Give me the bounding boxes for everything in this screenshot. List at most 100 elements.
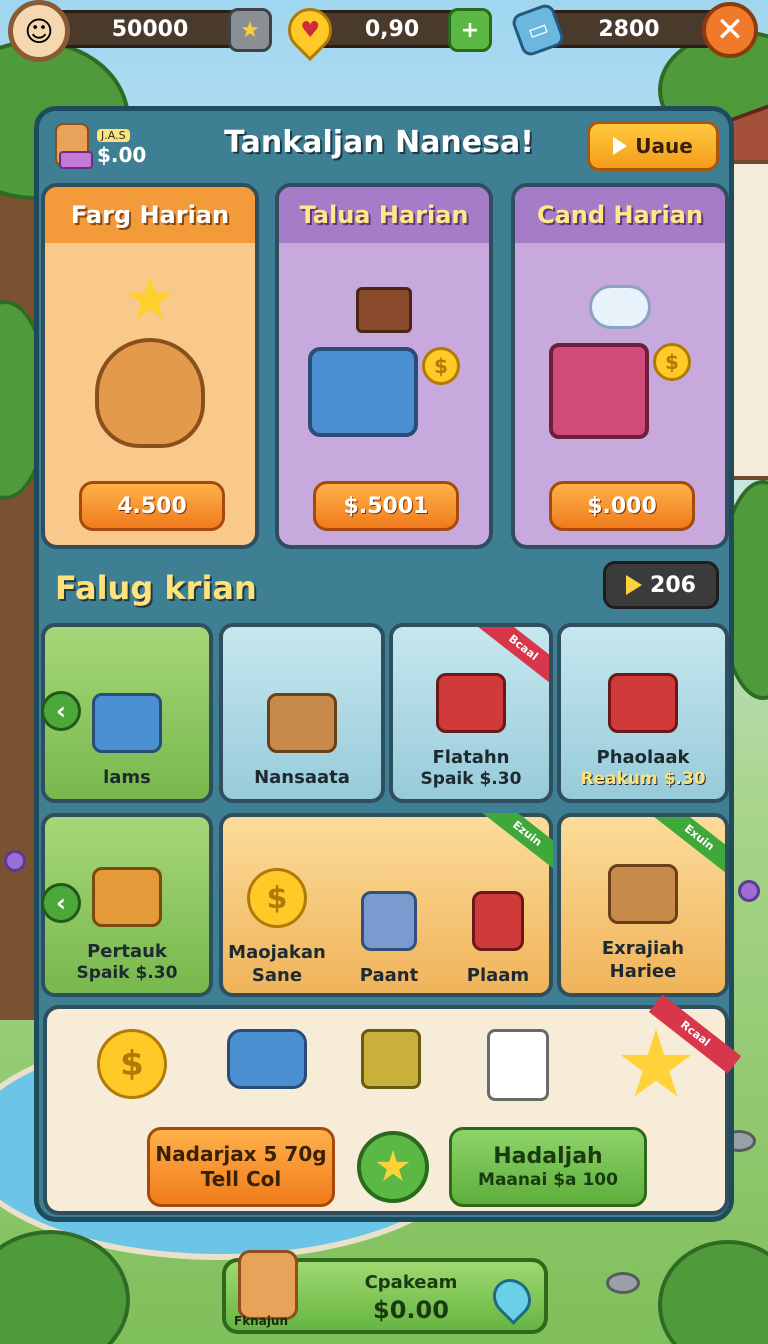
coin-icon: $ xyxy=(653,343,691,381)
star-button[interactable] xyxy=(357,1131,429,1203)
shop-tile[interactable]: Paant xyxy=(335,813,443,997)
tile-label: Pertauk xyxy=(87,940,167,962)
cat-icon xyxy=(95,338,205,448)
shop-tile[interactable]: Nansaata xyxy=(219,623,385,803)
star-icon xyxy=(376,1150,410,1181)
plus-icon[interactable]: + xyxy=(448,8,492,52)
flower-right xyxy=(738,880,760,902)
cleaner-icon xyxy=(472,890,524,951)
sun-icon[interactable] xyxy=(620,1029,692,1097)
dog-avatar-icon xyxy=(238,1250,298,1320)
tile-ribbon: Ezuin xyxy=(480,813,553,874)
user-amount: $.00 xyxy=(97,142,147,167)
gem-value: 0,90 xyxy=(364,16,420,42)
play-icon xyxy=(626,575,643,595)
star-icon xyxy=(126,276,174,320)
gift-box-icon xyxy=(92,866,162,927)
tile-label: Plaam xyxy=(466,964,530,986)
avatar-icon[interactable]: ☺ xyxy=(8,0,70,62)
puzzle-card-icon[interactable] xyxy=(487,1029,549,1101)
daily-card-price-button[interactable]: $.000 xyxy=(549,481,695,531)
daily-card-3[interactable]: Cand Harian $ $.000 xyxy=(511,183,729,549)
tile-label: Exrajiah xyxy=(601,938,685,959)
daily-card-art: $ xyxy=(279,257,489,467)
coin-value: 50000 xyxy=(111,16,189,42)
coin-icon: $ xyxy=(422,347,460,385)
user-chip-text: J.A.S $.00 xyxy=(97,124,146,167)
offer-green-line2: Maanai $a 100 xyxy=(478,1170,618,1190)
star-hex-icon[interactable]: ★ xyxy=(228,8,272,52)
coin-icon[interactable]: $ xyxy=(97,1029,167,1099)
close-button[interactable]: ✕ xyxy=(702,2,758,58)
shop-tile[interactable]: Exuin Exrajiah Hariee xyxy=(557,813,729,997)
daily-card-title: Talua Harian xyxy=(279,187,489,243)
shop-tile[interactable]: $ Maojakan Sane xyxy=(219,813,335,997)
shop-panel: J.A.S $.00 Tankaljan Nanesa! Uaue Farg H… xyxy=(34,106,742,1222)
wallet-icon[interactable] xyxy=(361,1029,421,1089)
shop-tile-group-items: $ Maojakan Sane Paant Ezuin Plaam xyxy=(219,813,553,997)
offer-orange-line2: Tell Col xyxy=(200,1167,282,1191)
offer-green-button[interactable]: Hadaljah Maanai $a 100 xyxy=(449,1127,647,1207)
shelf-icons: $ xyxy=(47,1029,725,1109)
chest-group: $ xyxy=(549,343,691,439)
footer-value: $0.00 xyxy=(373,1296,449,1324)
tile-sub: Reakum $.30 xyxy=(580,769,706,789)
shop-tile[interactable]: Ezuin Plaam xyxy=(443,813,553,997)
cloud-icon xyxy=(589,285,651,329)
offer-orange-line1: Nadarjax 5 70g xyxy=(155,1142,327,1166)
tile-label: Phaolaak xyxy=(596,746,690,768)
section-badge-button[interactable]: 206 xyxy=(603,561,719,609)
tile-sub: Spaik $.30 xyxy=(420,769,522,789)
daily-card-2[interactable]: Talua Harian $ $.5001 xyxy=(275,183,493,549)
coin-counter: 50000 xyxy=(44,10,256,48)
panel-header: J.A.S $.00 Tankaljan Nanesa! Uaue xyxy=(39,111,729,181)
tile-label: Flatahn xyxy=(432,746,510,768)
tile-sub: Sane xyxy=(251,964,303,986)
gift-chest-icon xyxy=(549,343,649,439)
toolbox-icon xyxy=(436,672,506,733)
tile-sub: Spaik $.30 xyxy=(76,963,178,983)
section-badge-value: 206 xyxy=(650,572,696,598)
bush-bottom-right xyxy=(658,1240,768,1344)
profile-footer[interactable]: Fknajun Cpakeam $0.00 xyxy=(222,1250,548,1334)
red-book-icon xyxy=(608,672,678,733)
shop-tile[interactable]: Bcaal Flatahn Spaik $.30 xyxy=(389,623,553,803)
daily-card-price-button[interactable]: 4.500 xyxy=(79,481,225,531)
coin-icon: $ xyxy=(247,868,307,928)
shop-tile[interactable]: Phaolaak Reakum $.30 xyxy=(557,623,729,803)
location-pin-icon[interactable] xyxy=(485,1271,539,1325)
daily-card-title: Cand Harian xyxy=(515,187,725,243)
tile-label: Maojakan xyxy=(228,942,326,963)
header-action-button[interactable]: Uaue xyxy=(587,121,719,171)
tile-label: Paant xyxy=(359,964,419,986)
footer-label: Cpakeam xyxy=(364,1272,458,1293)
tile-label: lams xyxy=(103,766,151,788)
cash-register-icon xyxy=(267,692,337,753)
user-cat-icon xyxy=(55,123,93,169)
tile-sub: Hariee xyxy=(609,960,677,982)
back-button[interactable]: ‹ xyxy=(41,883,81,923)
avatar-name: Fknajun xyxy=(234,1314,289,1328)
daily-card-art: $ xyxy=(515,257,725,467)
offer-green-line1: Hadaljah xyxy=(493,1143,603,1169)
daily-card-1[interactable]: Farg Harian 4.500 xyxy=(41,183,259,549)
mailbox-icon xyxy=(92,692,162,753)
chest-icon xyxy=(356,287,412,333)
energy-value: 2800 xyxy=(598,16,660,42)
offer-orange-button[interactable]: Nadarjax 5 70g Tell Col xyxy=(147,1127,335,1207)
bonus-shelf: Rcaal $ Nadarjax 5 70g Tell Col Hadaljah… xyxy=(43,994,742,1215)
cart-group: $ xyxy=(308,347,460,437)
vacuum-icon xyxy=(361,890,417,951)
toy-cart-icon xyxy=(308,347,418,437)
coin-stack-icon[interactable] xyxy=(227,1029,307,1089)
register-icon xyxy=(608,864,678,924)
user-mini-label: J.A.S xyxy=(97,128,130,142)
daily-card-art xyxy=(45,257,255,467)
user-chip[interactable]: J.A.S $.00 xyxy=(55,123,146,169)
tile-label: Nansaata xyxy=(254,766,350,788)
close-icon: ✕ xyxy=(715,10,745,50)
daily-card-price-button[interactable]: $.5001 xyxy=(313,481,459,531)
section-title: Falug krian xyxy=(55,569,257,607)
back-button[interactable]: ‹ xyxy=(41,691,81,731)
daily-card-title: Farg Harian xyxy=(45,187,255,243)
